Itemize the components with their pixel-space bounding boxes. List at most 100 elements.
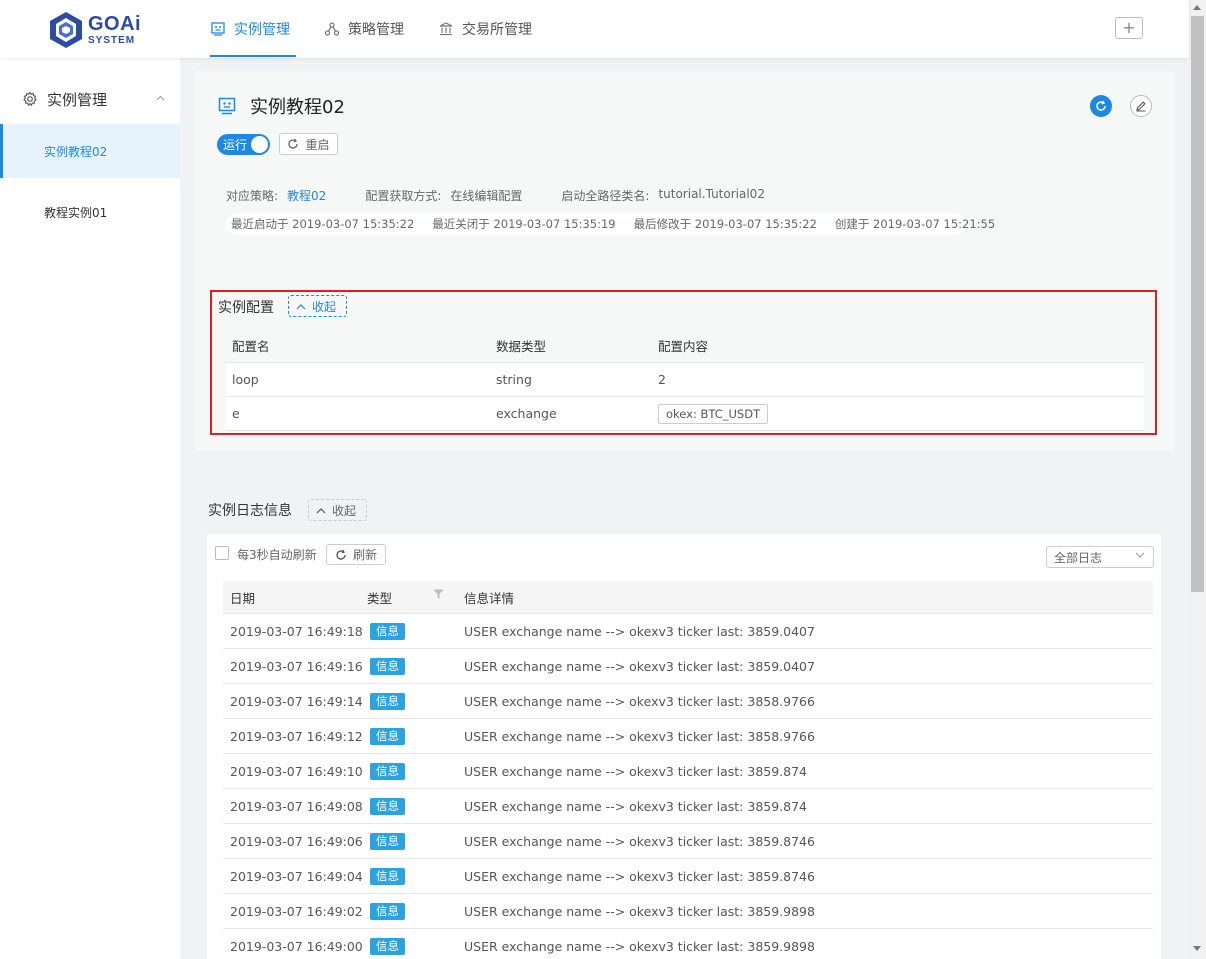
config-mode-label: 配置获取方式:: [365, 189, 442, 203]
log-section-title: 实例日志信息: [208, 503, 292, 519]
instance-timestamps: 最近启动于 2019-03-07 15:35:22 最近关闭于 2019-03-…: [226, 213, 995, 235]
sidebar-item-label: 教程实例01: [44, 205, 108, 220]
log-date-cell: 2019-03-07 16:49:04: [230, 868, 363, 884]
log-date-cell: 2019-03-07 16:49:18: [230, 623, 363, 639]
exchange-icon: [438, 21, 454, 37]
class-name-label: 启动全路径类名:: [561, 189, 650, 203]
status-badge: 信息: [370, 937, 405, 955]
refresh-logs-button[interactable]: 刷新: [326, 544, 386, 565]
nav-exchange-management[interactable]: 交易所管理: [438, 0, 532, 58]
table-row: 2019-03-07 16:49:08 信息 USER exchange name …: [223, 789, 1153, 824]
table-row: 2019-03-07 16:49:18 信息 USER exchange name …: [223, 614, 1153, 649]
log-collapse-button[interactable]: 收起: [308, 499, 367, 521]
main-nav: 实例管理 策略管理 交易所管理: [210, 0, 566, 58]
log-date-cell: 2019-03-07 16:49:12: [230, 728, 363, 744]
chevron-up-icon: [296, 303, 306, 309]
sidebar-item-label: 实例教程02: [44, 144, 108, 159]
edit-instance-button[interactable]: [1130, 95, 1152, 117]
sidebar-item-instance-01[interactable]: 教程实例01: [0, 185, 180, 239]
log-date-cell: 2019-03-07 16:49:08: [230, 798, 363, 814]
col-config-content: 配置内容: [658, 339, 709, 354]
chevron-down-icon: [1135, 552, 1145, 558]
collapse-label: 收起: [332, 503, 357, 518]
scroll-up-arrow-icon[interactable]: [1193, 5, 1201, 10]
status-badge: 信息: [370, 762, 405, 780]
config-type-cell: string: [496, 372, 532, 387]
goai-logo[interactable]: GOAi SYSTEM: [48, 10, 148, 50]
config-table-header: 配置名 数据类型 配置内容: [226, 329, 1144, 363]
log-rows: 2019-03-07 16:49:18 信息 USER exchange name …: [223, 614, 1153, 959]
last-start-time: 最近启动于 2019-03-07 15:35:22: [231, 217, 415, 231]
log-detail-cell: USER exchange name --> okexv3 ticker las…: [464, 938, 815, 954]
log-type-cell: 信息: [367, 832, 464, 850]
chevron-up-icon: [156, 95, 165, 101]
run-toggle-label: 运行: [223, 138, 248, 152]
table-row: 2019-03-07 16:49:12 信息 USER exchange name …: [223, 719, 1153, 754]
exchange-tag[interactable]: okex: BTC_USDT: [658, 403, 769, 424]
restart-button[interactable]: 重启: [279, 133, 338, 155]
log-select-value: 全部日志: [1054, 550, 1103, 565]
status-badge: 信息: [370, 902, 405, 920]
col-config-name: 配置名: [232, 339, 270, 354]
log-date-cell: 2019-03-07 16:49:02: [230, 903, 363, 919]
nav-strategy-management[interactable]: 策略管理: [324, 0, 404, 58]
toggle-knob: [251, 136, 268, 153]
log-type-cell: 信息: [367, 727, 464, 745]
last-stop-time: 最近关闭于 2019-03-07 15:35:19: [432, 217, 616, 231]
log-date-cell: 2019-03-07 16:49:14: [230, 693, 363, 709]
auto-refresh-label: 每3秒自动刷新: [237, 548, 317, 562]
gear-icon: [23, 91, 37, 107]
scroll-thumb[interactable]: [1191, 16, 1204, 592]
log-type-cell: 信息: [367, 692, 464, 710]
config-collapse-button[interactable]: 收起: [288, 295, 347, 317]
table-row: 2019-03-07 16:49:04 信息 USER exchange name …: [223, 859, 1153, 894]
instance-icon: [218, 97, 236, 115]
logo-sub-text: SYSTEM: [88, 35, 136, 46]
sidebar-group-header[interactable]: 实例管理: [0, 86, 180, 112]
run-toggle-switch[interactable]: 运行: [217, 134, 270, 155]
log-type-select[interactable]: 全部日志: [1046, 546, 1154, 568]
sidebar-item-instance-02[interactable]: 实例教程02: [0, 124, 180, 178]
config-mode-value: 在线编辑配置: [450, 189, 523, 203]
strategy-link[interactable]: 教程02: [287, 187, 326, 204]
log-date-cell: 2019-03-07 16:49:10: [230, 763, 363, 779]
col-type-label: 类型: [367, 590, 393, 606]
nav-label: 策略管理: [348, 22, 404, 38]
config-section-title: 实例配置: [218, 300, 274, 316]
log-table-header: 日期 类型 信息详情: [223, 581, 1153, 614]
sidebar: 实例管理 实例教程02 教程实例01: [0, 58, 180, 959]
nav-instance-management[interactable]: 实例管理: [210, 0, 290, 58]
config-value-cell: 2: [658, 372, 666, 387]
filter-icon[interactable]: [433, 589, 444, 599]
log-detail-cell: USER exchange name --> okexv3 ticker las…: [464, 728, 815, 744]
add-button[interactable]: +: [1115, 17, 1143, 39]
refresh-icon: [336, 549, 346, 560]
collapse-label: 收起: [312, 299, 337, 314]
log-detail-cell: USER exchange name --> okexv3 ticker las…: [464, 833, 815, 849]
status-badge: 信息: [370, 867, 405, 885]
strategy-icon: [324, 21, 340, 37]
logo-main-text: GOAi: [88, 13, 142, 35]
table-row: 2019-03-07 16:49:16 信息 USER exchange name …: [223, 649, 1153, 684]
log-type-cell: 信息: [367, 867, 464, 885]
refresh-instance-button[interactable]: [1090, 95, 1112, 117]
refresh-label: 刷新: [352, 548, 377, 562]
page-scrollbar[interactable]: [1189, 0, 1206, 959]
refresh-icon: [1096, 100, 1106, 111]
table-row: 2019-03-07 16:49:06 信息 USER exchange name …: [223, 824, 1153, 859]
status-badge: 信息: [370, 832, 405, 850]
table-row: e exchange okex: BTC_USDT: [226, 397, 1144, 431]
nav-active-indicator: [210, 55, 296, 57]
log-detail-cell: USER exchange name --> okexv3 ticker las…: [464, 763, 808, 779]
log-detail-cell: USER exchange name --> okexv3 ticker las…: [464, 798, 808, 814]
auto-refresh-checkbox[interactable]: [215, 546, 229, 560]
log-detail-cell: USER exchange name --> okexv3 ticker las…: [464, 868, 815, 884]
logo-cube-icon: [50, 12, 82, 48]
table-row: 2019-03-07 16:49:02 信息 USER exchange name …: [223, 894, 1153, 929]
class-name-value: tutorial.Tutorial02: [658, 187, 765, 201]
log-detail-cell: USER exchange name --> okexv3 ticker las…: [464, 623, 815, 639]
scroll-down-arrow-icon[interactable]: [1193, 946, 1201, 951]
log-detail-cell: USER exchange name --> okexv3 ticker las…: [464, 903, 815, 919]
config-type-cell: exchange: [496, 406, 557, 421]
col-type: 类型: [367, 588, 464, 607]
